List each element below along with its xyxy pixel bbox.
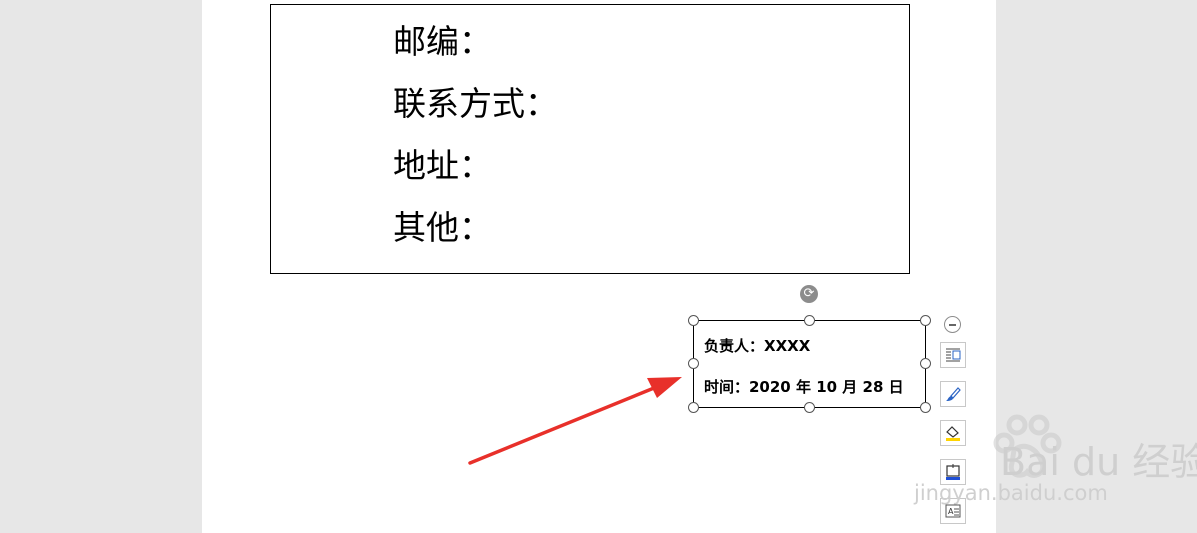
watermark-brand: Bai du 经验 — [1000, 440, 1197, 484]
watermark-url: jingyan.baidu.com — [914, 481, 1108, 505]
document-canvas: 邮编： 联系方式： 地址： 其他： ⟳ 负责人：XXXX 时间：2020 年 1… — [0, 0, 1197, 533]
